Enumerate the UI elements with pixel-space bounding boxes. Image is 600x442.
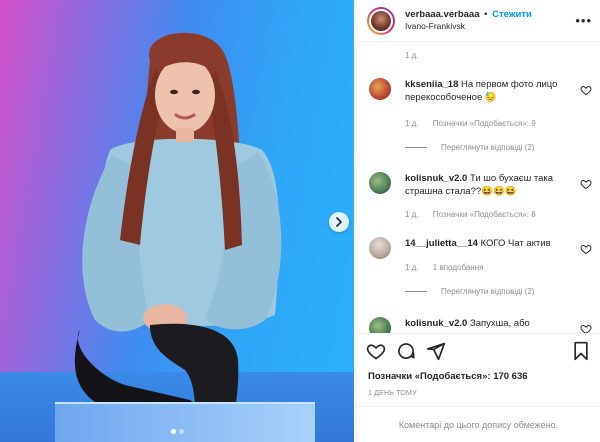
- comment-meta: 1 д. 1 вподобання: [405, 263, 495, 272]
- comment-time: 1 д.: [405, 51, 419, 60]
- comment-button[interactable]: [395, 340, 417, 362]
- comment-meta: 1 д. Позначки «Подобається»: 8: [405, 210, 548, 219]
- comment-body: 14__julietta__14 КОГО Чат актив: [405, 237, 577, 250]
- post-photo[interactable]: [0, 0, 354, 442]
- post-location[interactable]: Ivano-Frankivsk: [405, 21, 532, 32]
- comment-username[interactable]: kolisnuk_v2.0: [405, 318, 467, 329]
- post-actions-bar: [357, 333, 600, 367]
- comment-age: 1 д.: [405, 263, 419, 272]
- comment-text: КОГО Чат актив: [480, 238, 551, 249]
- comment-like-icon[interactable]: [580, 243, 592, 255]
- comment-likes-count[interactable]: 1 вподобання: [433, 263, 484, 272]
- bookmark-icon: [574, 341, 588, 360]
- commenter-avatar[interactable]: [369, 237, 391, 259]
- comment-body: kolisnuk_v2.0 Ти шо бухаєш така страшна …: [405, 172, 577, 198]
- view-replies-label: Переглянути відповіді (2): [441, 143, 535, 152]
- comment-like-icon[interactable]: [580, 84, 592, 96]
- chevron-right-icon: [336, 217, 342, 227]
- commenter-avatar[interactable]: [369, 317, 391, 333]
- comment-body: kkseniia_18 На первом фото лицо перекосо…: [405, 78, 577, 104]
- next-photo-button[interactable]: [329, 212, 349, 232]
- follow-button[interactable]: Стежити: [492, 9, 532, 20]
- comments-disabled-notice: Коментарі до цього допису обмежено.: [357, 406, 600, 442]
- comment-like-icon[interactable]: [580, 323, 592, 333]
- share-icon: [426, 342, 446, 360]
- comment-username[interactable]: kolisnuk_v2.0: [405, 173, 467, 184]
- comment-body: kolisnuk_v2.0 Запухша, або: [405, 317, 577, 330]
- photo-subject: [74, 32, 282, 442]
- carousel-dots: [171, 429, 184, 434]
- share-button[interactable]: [425, 340, 447, 362]
- author-username[interactable]: verbaaa.verbaaa: [405, 9, 479, 20]
- save-button[interactable]: [570, 340, 592, 362]
- comment-like-icon[interactable]: [580, 178, 592, 190]
- post-side-panel: verbaaa.verbaaa • Стежити Ivano-Frankivs…: [356, 0, 600, 442]
- comments-list[interactable]: 1 д. kkseniia_18 На первом фото лицо пер…: [357, 42, 600, 333]
- heart-icon: [366, 343, 386, 359]
- comment-meta: 1 д. Позначки «Подобається»: 9: [405, 119, 548, 128]
- commenter-avatar[interactable]: [369, 78, 391, 100]
- post-header: verbaaa.verbaaa • Стежити Ivano-Frankivs…: [357, 0, 600, 42]
- view-replies-button[interactable]: Переглянути відповіді (2): [405, 143, 535, 152]
- post-timestamp[interactable]: 1 ДЕНЬ ТОМУ: [368, 390, 417, 397]
- carousel-dot: [179, 429, 184, 434]
- comment-age: 1 д.: [405, 210, 419, 219]
- view-replies-button[interactable]: Переглянути відповіді (2): [405, 287, 535, 296]
- view-replies-label: Переглянути відповіді (2): [441, 287, 535, 296]
- comment-age: 1 д.: [405, 119, 419, 128]
- commenter-avatar[interactable]: [369, 172, 391, 194]
- carousel-dot-active: [171, 429, 176, 434]
- comment-icon: [398, 342, 415, 359]
- comment-text: Запухша, або: [469, 318, 530, 329]
- comment-likes-count[interactable]: Позначки «Подобається»: 8: [433, 210, 536, 219]
- photo-seat-box: [55, 402, 315, 442]
- comment-username[interactable]: kkseniia_18: [405, 79, 458, 90]
- comment-likes-count[interactable]: Позначки «Подобається»: 9: [433, 119, 536, 128]
- like-button[interactable]: [365, 340, 387, 362]
- comment-username[interactable]: 14__julietta__14: [405, 238, 478, 249]
- author-avatar[interactable]: [367, 6, 395, 35]
- likes-count[interactable]: Позначки «Подобається»: 170 636: [368, 371, 528, 382]
- header-separator: •: [484, 9, 488, 21]
- more-options-icon[interactable]: •••: [575, 13, 592, 28]
